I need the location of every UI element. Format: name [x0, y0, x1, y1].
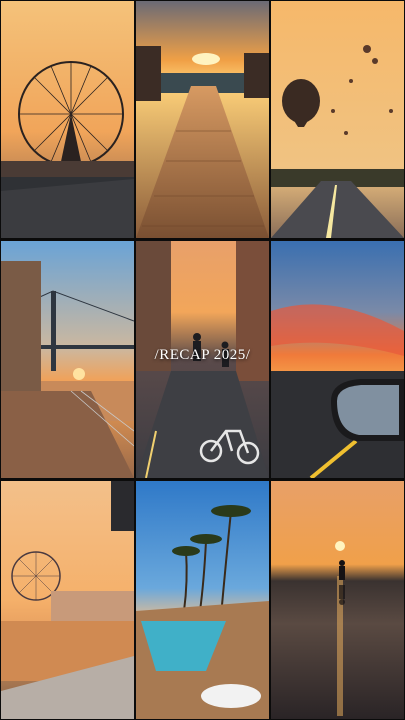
photo-london-eye[interactable] — [1, 481, 134, 719]
ferris-wheel-image — [1, 1, 134, 238]
photo-beach-silhouette[interactable] — [271, 481, 404, 719]
photo-hot-air-balloons[interactable] — [271, 1, 404, 238]
photo-palm-pool[interactable] — [136, 481, 269, 719]
photo-boardwalk[interactable] — [136, 1, 269, 238]
recap-caption: /RECAP 2025/ — [154, 347, 251, 363]
photo-ferris-wheel[interactable] — [1, 1, 134, 238]
london-eye-image — [1, 481, 134, 719]
boardwalk-image — [136, 1, 269, 238]
palm-pool-image — [136, 481, 269, 719]
balloons-image — [271, 1, 404, 238]
beach-image — [271, 481, 404, 719]
